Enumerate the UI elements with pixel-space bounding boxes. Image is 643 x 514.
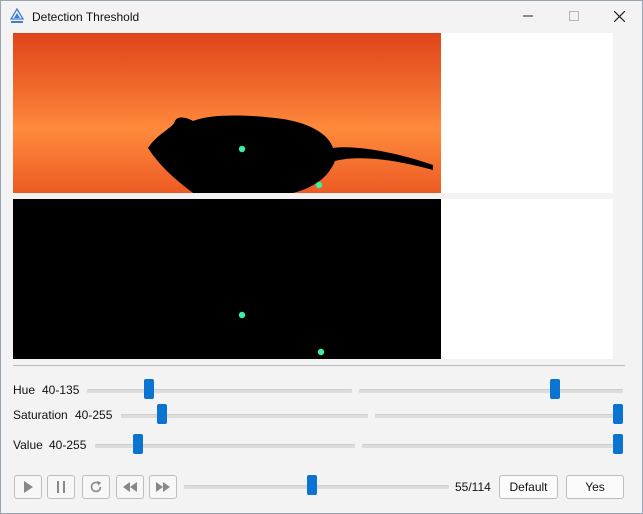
frame-slider-handle[interactable]	[307, 475, 317, 495]
video-frame	[13, 33, 441, 193]
play-icon	[24, 481, 33, 493]
value-max-slider[interactable]	[362, 444, 623, 448]
rewind-icon	[123, 482, 137, 492]
pause-button[interactable]	[47, 475, 75, 499]
hue-range: 40-135	[42, 383, 80, 397]
default-button[interactable]: Default	[499, 475, 558, 499]
frame-counter: 55/114	[455, 480, 491, 494]
play-button[interactable]	[14, 475, 42, 499]
detection-markers	[238, 311, 325, 356]
app-logo-icon	[10, 8, 24, 23]
saturation-max-handle[interactable]	[613, 404, 623, 424]
value-label: Value	[13, 438, 43, 452]
fast-forward-button[interactable]	[149, 475, 177, 499]
value-row: Value 40-255	[1, 433, 642, 457]
close-icon	[614, 11, 625, 22]
maximize-button[interactable]	[551, 1, 597, 32]
close-button[interactable]	[596, 1, 642, 32]
hue-max-handle[interactable]	[550, 379, 560, 399]
saturation-row: Saturation 40-255	[1, 403, 642, 427]
yes-button[interactable]: Yes	[566, 475, 624, 499]
hue-min-handle[interactable]	[144, 379, 154, 399]
value-min-handle[interactable]	[133, 434, 143, 454]
minimize-icon	[523, 15, 533, 17]
window-title: Detection Threshold	[32, 10, 140, 24]
rewind-button[interactable]	[116, 475, 144, 499]
hue-label: Hue	[13, 383, 36, 397]
hue-max-slider[interactable]	[359, 389, 623, 393]
hue-min-slider[interactable]	[87, 389, 352, 393]
pause-icon	[57, 481, 65, 493]
saturation-label: Saturation	[13, 408, 68, 422]
detection-threshold-window: Detection Threshold Hue 40-135 Saturatio…	[0, 0, 643, 514]
reload-button[interactable]	[82, 475, 110, 499]
mouse-silhouette	[148, 115, 433, 193]
video-preview	[13, 33, 613, 193]
hue-row: Hue 40-135	[1, 378, 642, 402]
title-bar: Detection Threshold	[1, 1, 642, 32]
value-range: 40-255	[49, 438, 87, 452]
fast-forward-icon	[156, 482, 170, 492]
divider	[13, 365, 625, 366]
saturation-range: 40-255	[75, 408, 113, 422]
mask-preview	[13, 199, 613, 359]
refresh-icon	[90, 481, 102, 493]
mask-frame	[13, 199, 441, 359]
saturation-max-slider[interactable]	[375, 414, 623, 418]
value-max-handle[interactable]	[613, 434, 623, 454]
maximize-icon	[569, 11, 579, 21]
minimize-button[interactable]	[505, 1, 551, 32]
saturation-min-handle[interactable]	[157, 404, 167, 424]
